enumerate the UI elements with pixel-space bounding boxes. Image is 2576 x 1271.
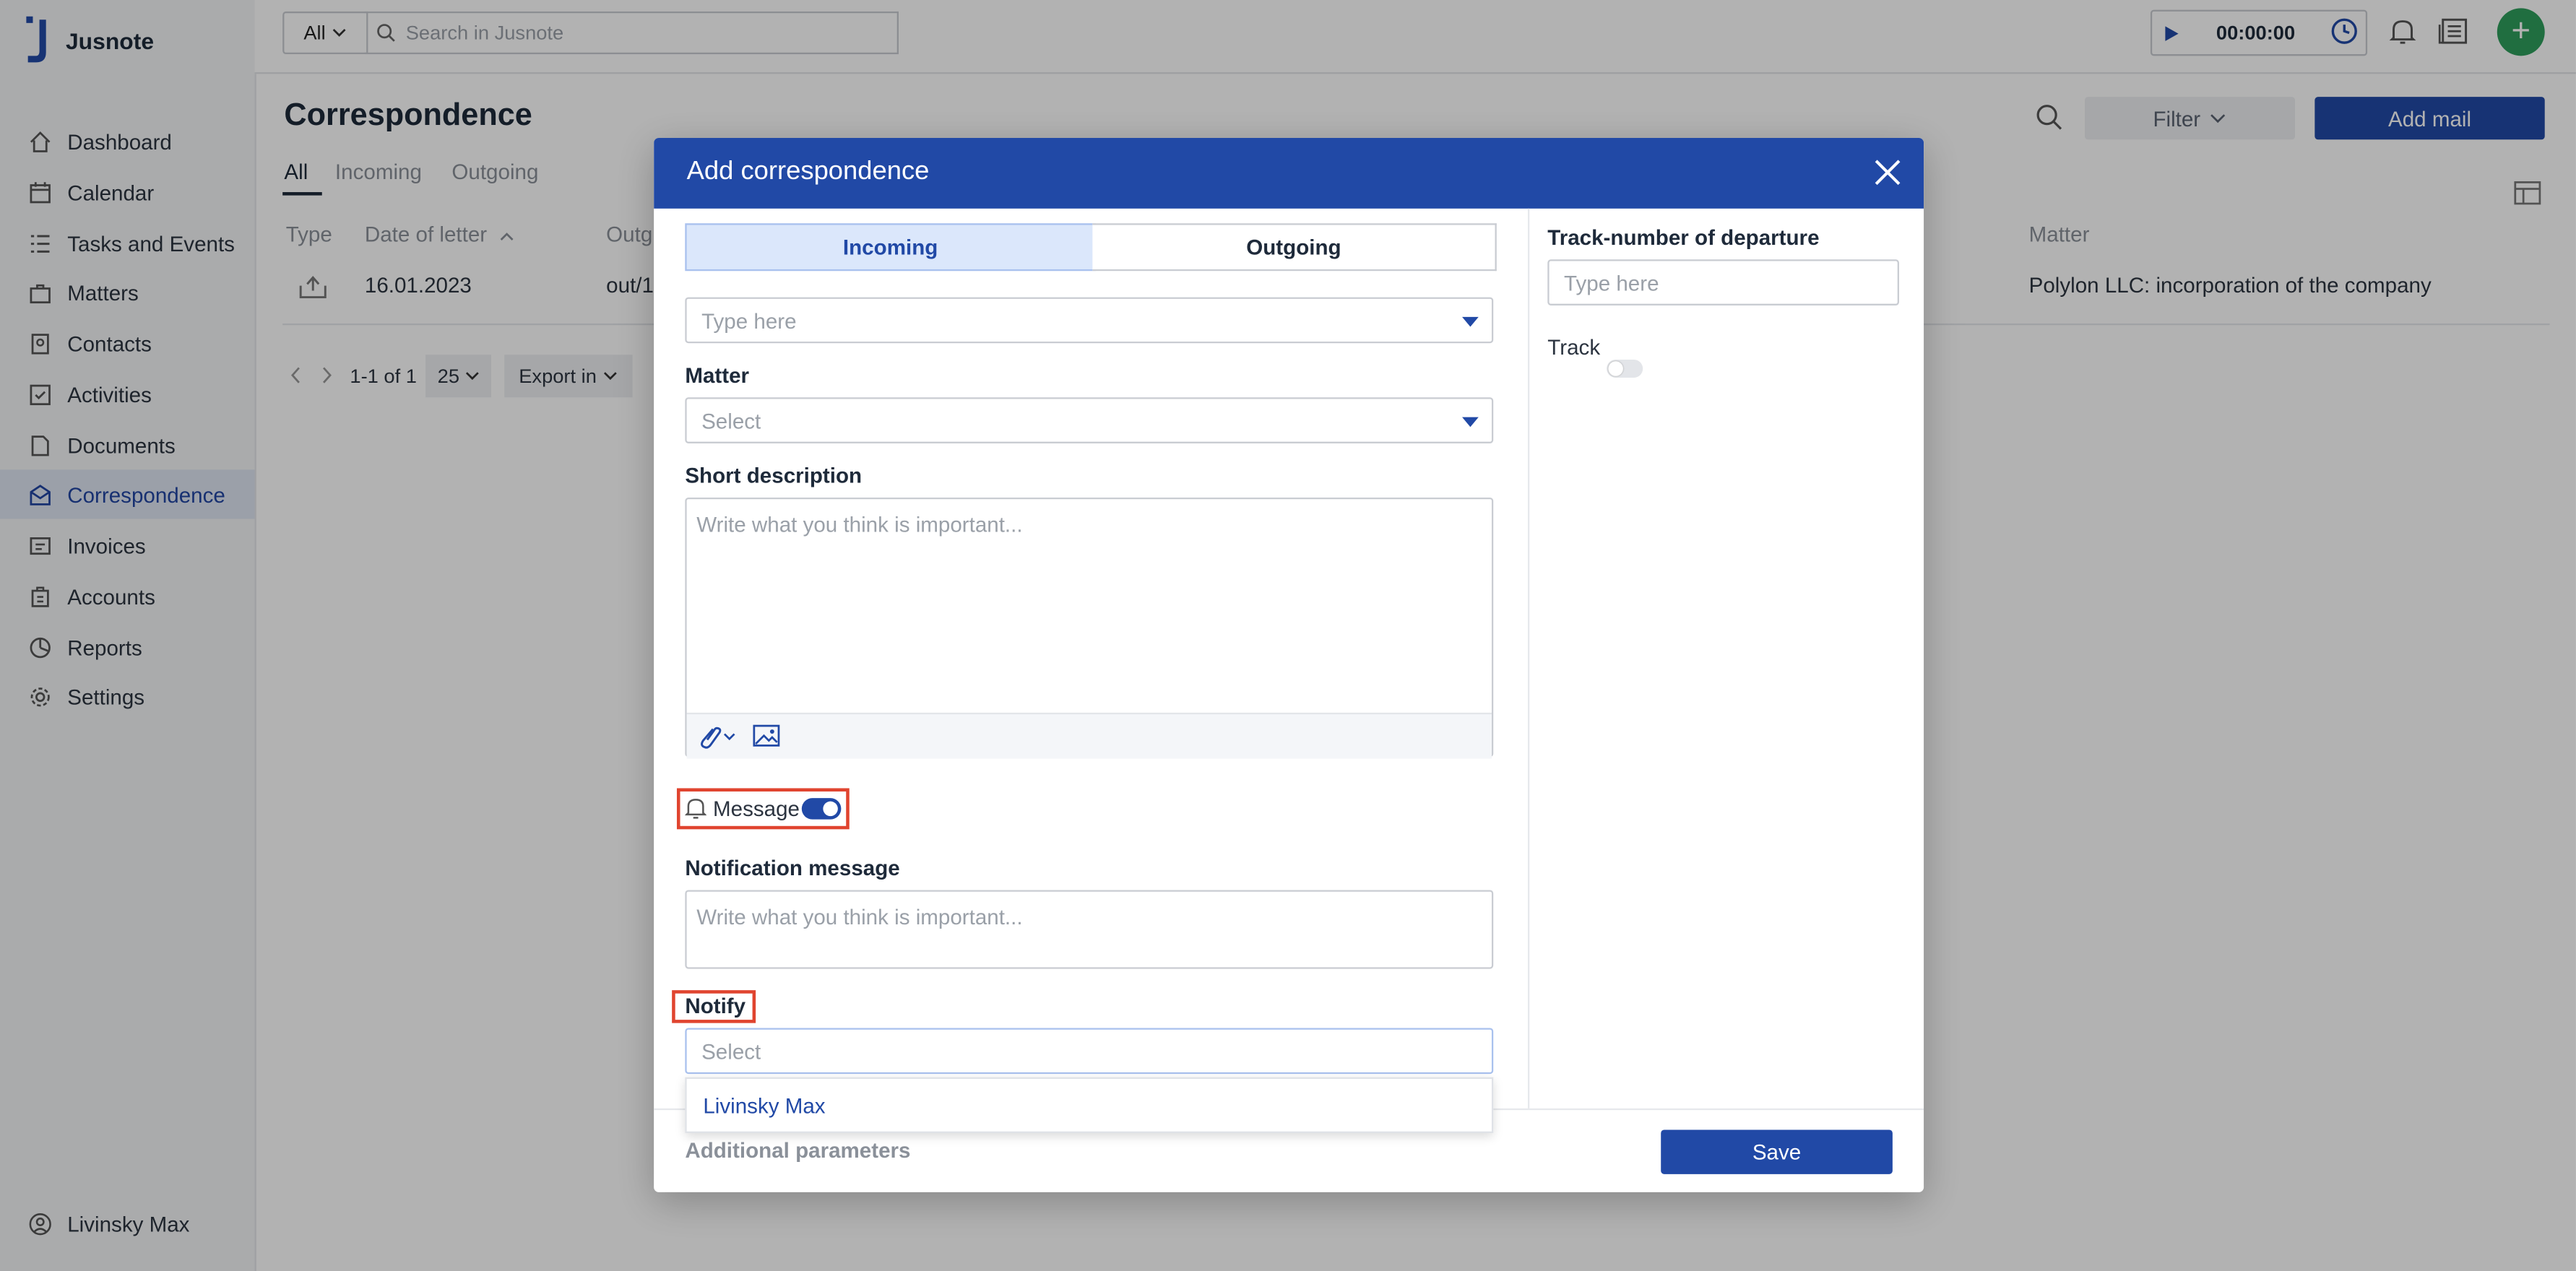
notify-option-livinsky-max[interactable]: Livinsky Max — [685, 1077, 1494, 1133]
save-button[interactable]: Save — [1661, 1129, 1893, 1174]
editor-toolbar — [686, 712, 1492, 759]
additional-parameters-link[interactable]: Additional parameters — [685, 1138, 910, 1163]
short-description-placeholder: Write what you think is important... — [696, 512, 1023, 537]
attach-icon[interactable] — [699, 724, 738, 749]
track-number-label: Track-number of departure — [1547, 225, 1820, 250]
image-icon[interactable] — [753, 724, 781, 747]
caret-down-icon — [1462, 316, 1479, 327]
dialog-title: Add correspondence — [686, 157, 930, 186]
bell-icon — [685, 799, 706, 819]
track-number-input[interactable]: Type here — [1547, 259, 1899, 305]
short-description-textarea[interactable]: Write what you think is important... — [685, 497, 1494, 759]
track-label: Track — [1547, 334, 1601, 360]
column-divider — [1528, 208, 1530, 1109]
notify-placeholder: Select — [701, 1038, 761, 1064]
notify-label: Notify — [685, 993, 746, 1018]
add-correspondence-dialog: Add correspondence Incoming Outgoing Typ… — [654, 138, 1924, 1192]
direction-outgoing-toggle[interactable]: Outgoing — [1092, 223, 1497, 272]
notification-message-textarea[interactable]: Write what you think is important... — [685, 890, 1494, 969]
notification-message-label: Notification message — [685, 855, 900, 880]
matter-placeholder: Select — [701, 408, 761, 433]
matter-label: Matter — [685, 363, 750, 388]
notify-select[interactable]: Select — [685, 1028, 1494, 1075]
notification-message-placeholder: Write what you think is important... — [696, 904, 1023, 930]
direction-incoming-toggle[interactable]: Incoming — [685, 223, 1096, 272]
track-toggle[interactable] — [1607, 359, 1643, 378]
matter-select[interactable]: Select — [685, 397, 1494, 443]
track-number-placeholder: Type here — [1564, 270, 1659, 295]
close-icon[interactable] — [1873, 157, 1903, 187]
type-placeholder: Type here — [701, 308, 797, 333]
type-select[interactable]: Type here — [685, 297, 1494, 344]
message-toggle[interactable] — [801, 798, 842, 820]
message-toggle-label: Message — [713, 796, 800, 821]
caret-down-icon — [1462, 417, 1479, 428]
short-description-label: Short description — [685, 463, 863, 488]
